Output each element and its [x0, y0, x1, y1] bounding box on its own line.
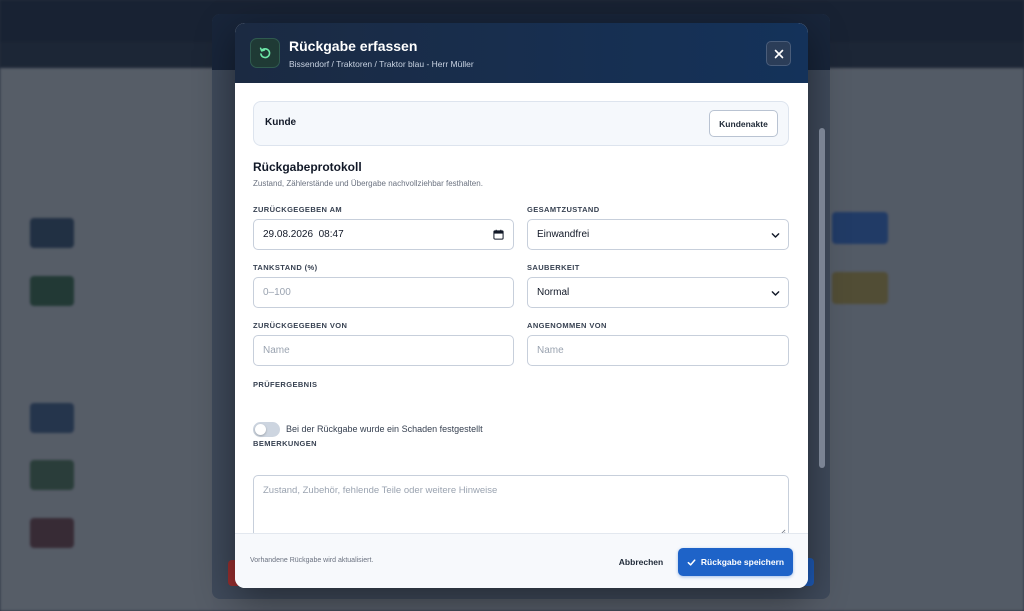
save-button-label: Rückgabe speichern [700, 557, 785, 567]
returned-by-placeholder: Name [263, 345, 290, 356]
modal-title: Rückgabe erfassen [289, 38, 418, 54]
check-icon [687, 558, 696, 566]
protocol-description: Zustand, Zählerstände und Übergabe nachv… [253, 179, 483, 188]
damage-toggle[interactable] [253, 422, 280, 437]
overall-condition-label: GESAMTZUSTAND [527, 205, 600, 214]
close-button[interactable] [766, 41, 791, 66]
cleanliness-select[interactable]: Normal [527, 277, 789, 308]
tank-level-placeholder: 0–100 [263, 287, 291, 298]
chevron-down-icon [771, 233, 780, 238]
accepted-by-placeholder: Name [537, 345, 564, 356]
customer-card: Kunde Kundenakte [253, 101, 789, 146]
cleanliness-label: SAUBERKEIT [527, 263, 580, 272]
returned-at-value: 29.08.2026 08:47 [263, 229, 344, 240]
modal-header: Rückgabe erfassen Bissendorf / Traktoren… [235, 23, 808, 83]
modal-body[interactable]: Kunde Kundenakte Rückgabeprotokoll Zusta… [235, 83, 808, 533]
return-arrow-icon [250, 38, 280, 68]
tank-level-input[interactable]: 0–100 [253, 277, 514, 308]
calendar-icon[interactable] [493, 229, 504, 240]
return-modal: Rückgabe erfassen Bissendorf / Traktoren… [235, 23, 808, 588]
inspection-label: PRÜFERGEBNIS [253, 380, 318, 389]
protocol-title: Rückgabeprotokoll [253, 160, 362, 174]
modal-scrollbar[interactable] [819, 116, 825, 536]
close-icon [774, 49, 783, 58]
overall-condition-value: Einwandfrei [537, 229, 590, 240]
accepted-by-label: ANGENOMMEN VON [527, 321, 607, 330]
accepted-by-input[interactable]: Name [527, 335, 789, 366]
returned-at-input[interactable]: 29.08.2026 08:47 [253, 219, 514, 250]
overall-condition-select[interactable]: Einwandfrei [527, 219, 789, 250]
returned-at-label: ZURÜCKGEGEBEN AM [253, 205, 343, 214]
returned-by-label: ZURÜCKGEGEBEN VON [253, 321, 348, 330]
remarks-label: BEMERKUNGEN [253, 439, 317, 448]
returned-by-input[interactable]: Name [253, 335, 514, 366]
remarks-textarea[interactable]: Zustand, Zubehör, fehlende Teile oder we… [253, 475, 789, 533]
customer-file-button[interactable]: Kundenakte [709, 110, 778, 137]
scrollbar-thumb[interactable] [819, 128, 825, 468]
cancel-button[interactable]: Abbrechen [615, 552, 667, 572]
toggle-knob [255, 424, 266, 435]
save-button[interactable]: Rückgabe speichern [678, 548, 793, 576]
damage-toggle-label[interactable]: Bei der Rückgabe wurde ein Schaden festg… [286, 424, 483, 434]
chevron-down-icon [771, 291, 780, 296]
footer-note: Vorhandene Rückgabe wird aktualisiert. [250, 557, 374, 564]
cleanliness-value: Normal [537, 287, 570, 298]
modal-breadcrumb: Bissendorf / Traktoren / Traktor blau - … [289, 59, 474, 69]
customer-label: Kunde [265, 117, 297, 128]
tank-level-label: TANKSTAND (%) [253, 263, 318, 272]
modal-footer: Vorhandene Rückgabe wird aktualisiert. A… [235, 533, 808, 588]
remarks-placeholder: Zustand, Zubehör, fehlende Teile oder we… [263, 485, 498, 496]
